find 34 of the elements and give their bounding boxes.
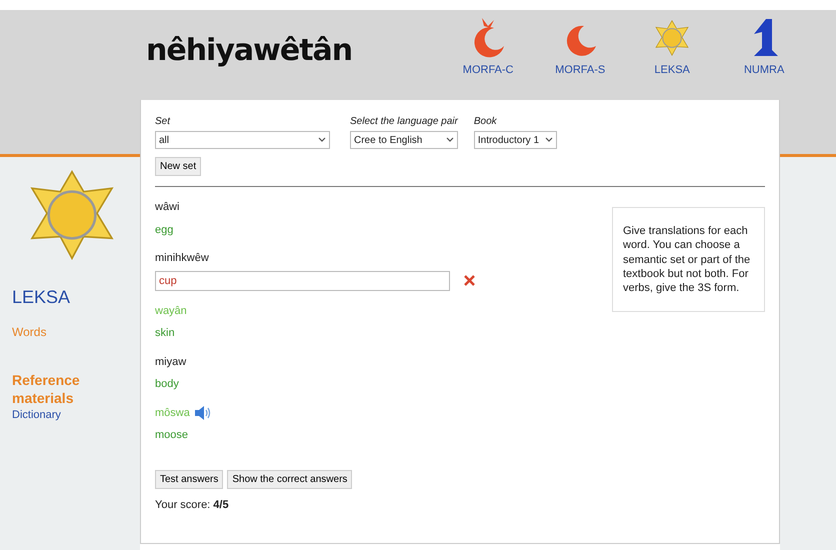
score-text: Your score: 4/5 [155,498,230,512]
word-text: wayân [155,304,187,318]
action-button[interactable]: Test answers [155,470,224,488]
answer-text: egg [155,222,174,238]
site-logo[interactable]: nêhiyawêtân [146,28,352,73]
caret-icon [446,137,454,143]
sidebar-heading: Reference materials [12,371,81,408]
word-text: miyaw [155,354,186,370]
action-button[interactable]: Show the correct answers [227,470,352,488]
word-text: minihkwêw [155,251,209,266]
caret-icon [545,137,554,143]
word-text: wâwi [155,200,180,215]
answer-text: moose [155,428,190,443]
nav-link[interactable]: NUMRA [718,16,810,78]
field-label: Select the language pair [350,115,458,129]
instructions-text: Give translations for each word. You can choose a semantic set or part of the textbook but not both. For verbs, give the 3S form. [612,207,765,312]
dropdown[interactable]: Cree to English [350,131,458,149]
nav-link[interactable]: LEKSA [626,16,718,78]
cross-icon [464,275,475,286]
section-title: LEKSA [12,286,70,309]
field-label: Book [474,115,498,129]
speaker-icon[interactable] [194,405,212,421]
answer-text: body [155,377,180,392]
dropdown[interactable]: all [155,131,330,149]
nav-link[interactable]: MORFA-S [534,16,626,78]
caret-icon [318,137,326,143]
word-text: môswa [155,406,190,420]
field-label: Set [155,115,172,129]
nav-link[interactable]: MORFA-C [442,16,534,78]
sidebar-link[interactable]: Dictionary [12,407,61,424]
answer-text: skin [155,326,176,341]
dropdown[interactable]: Introductory 1 [474,131,558,149]
answer-field[interactable]: cup [155,270,450,290]
new-set-button[interactable]: New set [155,157,202,176]
